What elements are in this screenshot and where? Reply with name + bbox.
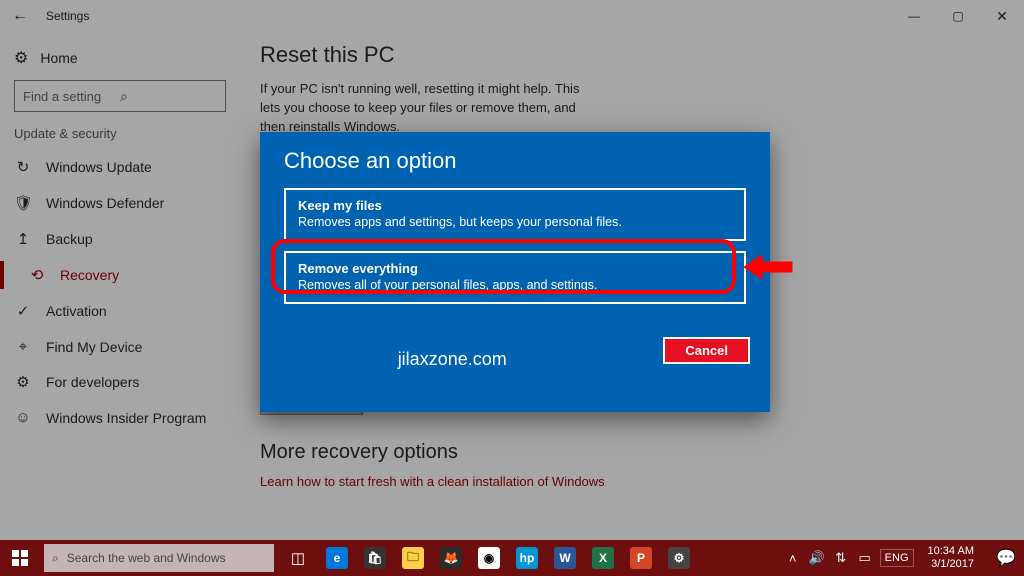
app-store[interactable]: 🛍 bbox=[356, 540, 394, 576]
clock[interactable]: 10:34 AM 3/1/2017 bbox=[920, 545, 982, 570]
option-title: Remove everything bbox=[298, 261, 732, 276]
chrome-icon: ◉ bbox=[478, 547, 500, 569]
windows-logo-icon bbox=[12, 550, 28, 566]
start-button[interactable] bbox=[0, 540, 40, 576]
tray-chevron-up-icon[interactable]: ˄ bbox=[784, 551, 802, 566]
app-firefox[interactable]: 🦊 bbox=[432, 540, 470, 576]
settings-icon: ⚙ bbox=[668, 547, 690, 569]
option-remove-everything[interactable]: Remove everything Removes all of your pe… bbox=[284, 251, 746, 304]
option-keep-my-files[interactable]: Keep my files Removes apps and settings,… bbox=[284, 188, 746, 241]
app-chrome[interactable]: ◉ bbox=[470, 540, 508, 576]
store-icon: 🛍 bbox=[364, 547, 386, 569]
app-settings[interactable]: ⚙ bbox=[660, 540, 698, 576]
app-file-explorer[interactable]: 🗀 bbox=[394, 540, 432, 576]
app-word[interactable]: W bbox=[546, 540, 584, 576]
reset-choose-option-dialog: Choose an option Keep my files Removes a… bbox=[260, 132, 770, 412]
taskbar-search[interactable]: ⌕ Search the web and Windows bbox=[44, 544, 274, 572]
edge-icon: e bbox=[326, 547, 348, 569]
excel-icon: X bbox=[592, 547, 614, 569]
action-center-button[interactable]: 💬 bbox=[988, 540, 1024, 576]
taskbar: ⌕ Search the web and Windows ◫ e 🛍 🗀 🦊 ◉… bbox=[0, 540, 1024, 576]
folder-icon: 🗀 bbox=[402, 547, 424, 569]
task-view-button[interactable]: ◫ bbox=[278, 540, 318, 576]
search-placeholder: Search the web and Windows bbox=[67, 551, 226, 565]
clock-date: 3/1/2017 bbox=[928, 558, 974, 571]
app-excel[interactable]: X bbox=[584, 540, 622, 576]
word-icon: W bbox=[554, 547, 576, 569]
option-title: Keep my files bbox=[298, 198, 732, 213]
option-description: Removes apps and settings, but keeps you… bbox=[298, 215, 732, 229]
hp-icon: hp bbox=[516, 547, 538, 569]
system-tray: ˄ 🔊 ⇅ ▭ ENG 10:34 AM 3/1/2017 bbox=[778, 540, 988, 576]
battery-icon[interactable]: ▭ bbox=[856, 550, 874, 566]
cancel-button[interactable]: Cancel bbox=[663, 337, 750, 364]
network-icon[interactable]: ⇅ bbox=[832, 550, 850, 566]
watermark: jilaxzone.com bbox=[398, 349, 507, 370]
volume-icon[interactable]: 🔊 bbox=[808, 550, 826, 566]
app-powerpoint[interactable]: P bbox=[622, 540, 660, 576]
option-description: Removes all of your personal files, apps… bbox=[298, 278, 732, 292]
powerpoint-icon: P bbox=[630, 547, 652, 569]
dialog-title: Choose an option bbox=[260, 132, 770, 184]
firefox-icon: 🦊 bbox=[440, 547, 462, 569]
search-icon: ⌕ bbox=[52, 551, 59, 566]
app-edge[interactable]: e bbox=[318, 540, 356, 576]
app-hp[interactable]: hp bbox=[508, 540, 546, 576]
language-indicator[interactable]: ENG bbox=[880, 549, 914, 567]
clock-time: 10:34 AM bbox=[928, 545, 974, 558]
taskbar-apps: e 🛍 🗀 🦊 ◉ hp W X P ⚙ bbox=[318, 540, 698, 576]
